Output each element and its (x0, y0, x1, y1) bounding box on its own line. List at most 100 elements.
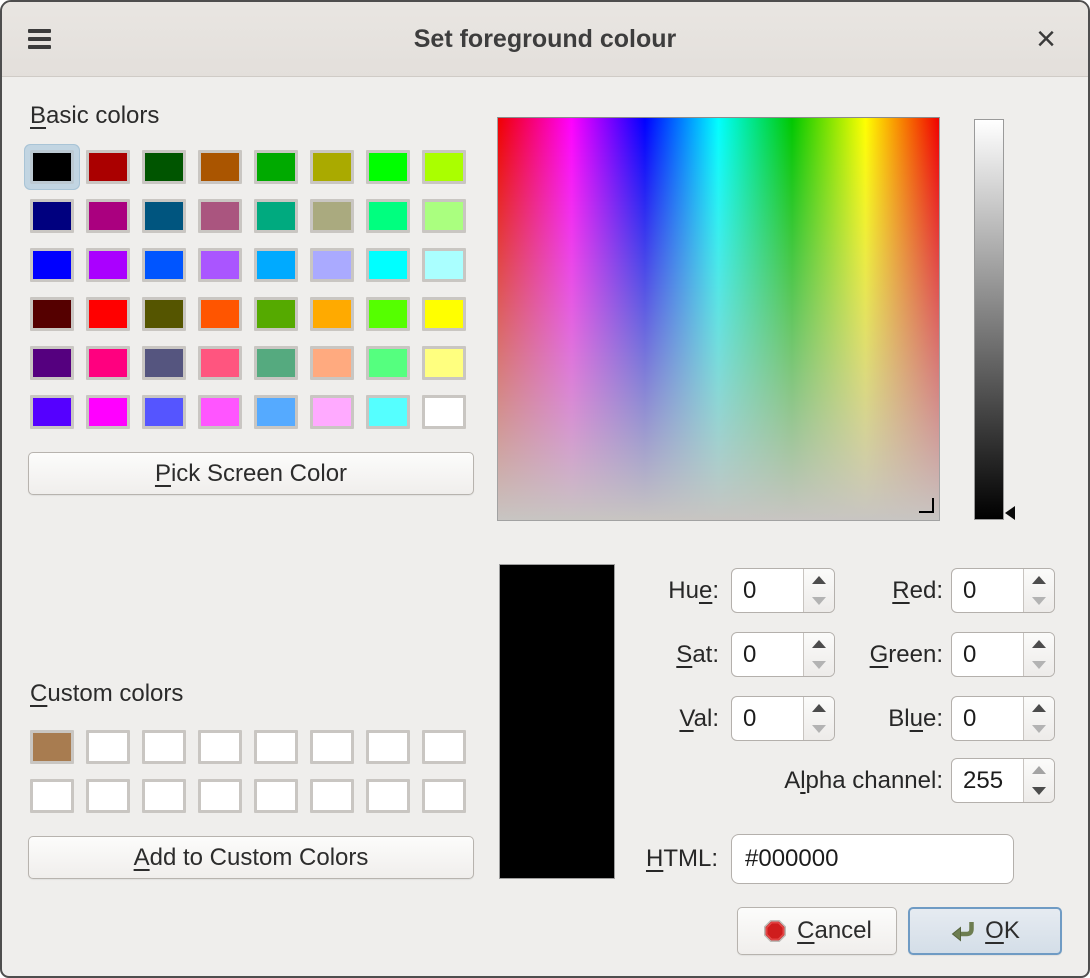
color-swatch[interactable] (30, 248, 74, 282)
spin-down-button[interactable] (1024, 781, 1054, 803)
color-swatch[interactable] (86, 730, 130, 764)
spin-down-button[interactable] (1024, 591, 1054, 613)
color-swatch[interactable] (198, 395, 242, 429)
color-swatch[interactable] (30, 297, 74, 331)
spin-down-button[interactable] (1024, 719, 1054, 741)
value-slider-arrow-icon[interactable] (1005, 506, 1015, 520)
color-swatch[interactable] (30, 199, 74, 233)
spin-up-button[interactable] (1024, 633, 1054, 655)
color-swatch[interactable] (366, 346, 410, 380)
color-swatch[interactable] (86, 150, 130, 184)
color-swatch[interactable] (366, 150, 410, 184)
color-swatch[interactable] (198, 199, 242, 233)
color-swatch-fill (313, 202, 351, 230)
color-swatch-fill (369, 733, 407, 761)
color-swatch[interactable] (142, 395, 186, 429)
color-swatch[interactable] (254, 779, 298, 813)
html-label: HTML: (568, 834, 718, 884)
arrow-up-icon (1032, 704, 1046, 712)
spin-up-button[interactable] (1024, 759, 1054, 781)
color-swatch[interactable] (366, 199, 410, 233)
color-swatch[interactable] (366, 730, 410, 764)
color-swatch[interactable] (422, 346, 466, 380)
color-swatch[interactable] (422, 150, 466, 184)
green-spinbox[interactable]: 0 (951, 632, 1055, 677)
color-swatch[interactable] (422, 297, 466, 331)
color-swatch[interactable] (310, 199, 354, 233)
spin-up-button[interactable] (1024, 697, 1054, 719)
spin-down-button[interactable] (1024, 655, 1054, 677)
color-swatch-fill (201, 782, 239, 810)
color-swatch[interactable] (142, 297, 186, 331)
color-swatch[interactable] (366, 779, 410, 813)
close-icon[interactable]: × (1028, 16, 1064, 62)
color-swatch[interactable] (86, 297, 130, 331)
color-swatch[interactable] (86, 779, 130, 813)
pick-screen-color-button[interactable]: Pick Screen Color (28, 452, 474, 495)
color-swatch[interactable] (86, 199, 130, 233)
color-swatch[interactable] (142, 346, 186, 380)
color-swatch[interactable] (198, 297, 242, 331)
color-swatch[interactable] (366, 248, 410, 282)
color-swatch[interactable] (142, 248, 186, 282)
color-swatch[interactable] (254, 150, 298, 184)
color-swatch[interactable] (254, 730, 298, 764)
color-swatch[interactable] (310, 297, 354, 331)
hue-saturation-field[interactable] (497, 117, 940, 521)
color-swatch[interactable] (254, 395, 298, 429)
color-swatch[interactable] (422, 779, 466, 813)
value-luminance-slider[interactable] (974, 119, 1004, 520)
color-swatch[interactable] (142, 199, 186, 233)
color-swatch[interactable] (30, 730, 74, 764)
blue-spinbox[interactable]: 0 (951, 696, 1055, 741)
color-swatch[interactable] (198, 730, 242, 764)
blue-spinbox-value[interactable]: 0 (952, 697, 1023, 740)
color-swatch-fill (145, 202, 183, 230)
spin-up-button[interactable] (1024, 569, 1054, 591)
color-swatch[interactable] (310, 150, 354, 184)
blue-label: Blue: (782, 696, 943, 741)
color-swatch[interactable] (30, 779, 74, 813)
red-spinbox[interactable]: 0 (951, 568, 1055, 613)
color-swatch[interactable] (310, 730, 354, 764)
color-swatch[interactable] (30, 346, 74, 380)
spin-buttons (1023, 569, 1054, 612)
color-swatch[interactable] (254, 199, 298, 233)
color-swatch[interactable] (310, 779, 354, 813)
ok-button[interactable]: OK (908, 907, 1062, 955)
color-swatch[interactable] (422, 395, 466, 429)
color-swatch[interactable] (142, 730, 186, 764)
color-swatch[interactable] (366, 297, 410, 331)
color-crosshair-marker[interactable] (919, 511, 934, 513)
color-swatch[interactable] (30, 395, 74, 429)
color-swatch[interactable] (310, 395, 354, 429)
color-swatch[interactable] (86, 346, 130, 380)
color-swatch[interactable] (198, 248, 242, 282)
color-swatch[interactable] (86, 248, 130, 282)
alpha-spinbox-value[interactable]: 255 (952, 759, 1023, 802)
color-swatch[interactable] (254, 297, 298, 331)
color-swatch[interactable] (142, 150, 186, 184)
color-swatch[interactable] (198, 150, 242, 184)
val-label: Val: (542, 696, 719, 741)
color-swatch[interactable] (86, 395, 130, 429)
color-swatch[interactable] (422, 730, 466, 764)
color-swatch[interactable] (254, 248, 298, 282)
color-swatch[interactable] (310, 346, 354, 380)
color-swatch[interactable] (198, 346, 242, 380)
add-to-custom-colors-button[interactable]: Add to Custom Colors (28, 836, 474, 879)
cancel-button[interactable]: Cancel (737, 907, 897, 955)
green-spinbox-value[interactable]: 0 (952, 633, 1023, 676)
html-hex-input[interactable] (731, 834, 1014, 884)
color-swatch[interactable] (30, 150, 74, 184)
color-swatch[interactable] (422, 248, 466, 282)
color-swatch[interactable] (422, 199, 466, 233)
red-spinbox-value[interactable]: 0 (952, 569, 1023, 612)
color-swatch[interactable] (198, 779, 242, 813)
alpha-spinbox[interactable]: 255 (951, 758, 1055, 803)
color-swatch[interactable] (254, 346, 298, 380)
color-swatch[interactable] (142, 779, 186, 813)
arrow-up-icon (1032, 766, 1046, 774)
color-swatch[interactable] (366, 395, 410, 429)
color-swatch[interactable] (310, 248, 354, 282)
